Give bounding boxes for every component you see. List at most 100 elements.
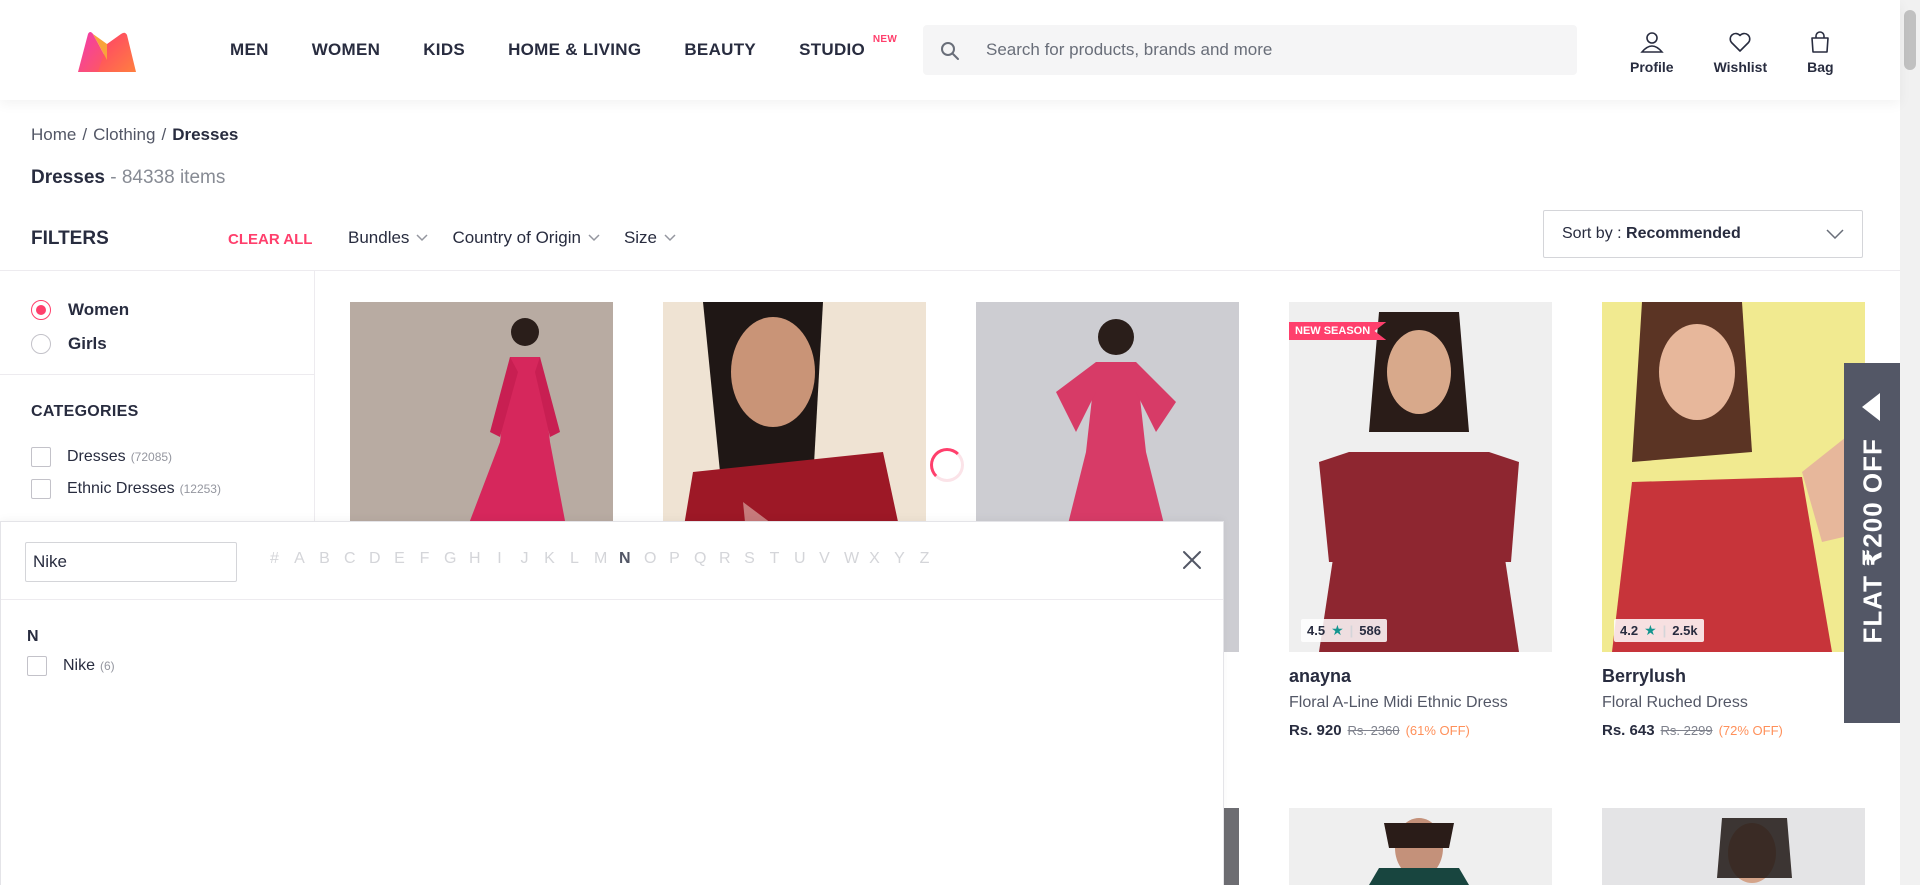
alphabet-letter[interactable]: B	[319, 550, 330, 568]
category-label: Dresses	[67, 448, 126, 465]
price-mrp: Rs. 2299	[1660, 723, 1713, 738]
product-card[interactable]: 4.2 ★ | 2.5k Berrylush Floral Ruched Dress …	[1602, 302, 1865, 739]
alphabet-letter[interactable]: #	[269, 550, 280, 568]
alphabet-letter[interactable]: J	[519, 550, 530, 568]
alphabet-letter[interactable]: O	[644, 550, 656, 568]
alphabet-letter[interactable]: U	[794, 550, 806, 568]
product-photo	[1717, 818, 1792, 883]
checkbox[interactable]	[27, 656, 47, 676]
alphabet-letter[interactable]: S	[744, 550, 755, 568]
close-icon[interactable]	[1181, 549, 1203, 571]
categories-heading: CATEGORIES	[31, 403, 139, 420]
alphabet-letter[interactable]: I	[494, 550, 505, 568]
alphabet-letter[interactable]: F	[419, 550, 430, 568]
sort-value: Recommended	[1626, 225, 1741, 242]
alphabet-letter[interactable]: G	[444, 550, 456, 568]
discount-label: (72% OFF)	[1718, 723, 1783, 738]
product-card[interactable]: NEW SEASON 4.5 ★ | 586 anayna Floral A-Line…	[1289, 302, 1552, 739]
alphabet-letter[interactable]: X	[869, 550, 880, 568]
nav-men[interactable]: MEN	[230, 40, 269, 60]
collapse-arrow-icon[interactable]	[1862, 393, 1880, 421]
nav-label: MEN	[230, 40, 269, 59]
clear-all-button[interactable]: CLEAR ALL	[228, 231, 312, 248]
product-photo	[1369, 818, 1469, 885]
alphabet-letter[interactable]: E	[394, 550, 405, 568]
alphabet-letter[interactable]: Y	[894, 550, 905, 568]
promo-side-tab[interactable]: FLAT ₹200 OFF	[1844, 363, 1900, 723]
alphabet-letter[interactable]: H	[469, 550, 481, 568]
rating-badge: 4.5 ★ | 586	[1301, 619, 1387, 642]
product-price: Rs. 643 Rs. 2299 (72% OFF)	[1602, 722, 1865, 739]
alphabet-letter[interactable]: W	[844, 550, 859, 568]
radio-unselected[interactable]	[31, 334, 51, 354]
category-dresses[interactable]: Dresses (72085)	[31, 447, 172, 467]
nav-home-living[interactable]: HOME & LIVING	[508, 40, 641, 60]
alphabet-letter[interactable]: V	[819, 550, 830, 568]
alphabet-letter[interactable]: D	[369, 550, 381, 568]
profile-button[interactable]: Profile	[1630, 30, 1674, 75]
search-icon[interactable]	[940, 41, 960, 61]
brand-option-nike[interactable]: Nike (6)	[27, 656, 115, 676]
chevron-down-icon	[1826, 229, 1844, 239]
scrollbar-thumb[interactable]	[1904, 10, 1916, 70]
checkbox[interactable]	[31, 447, 51, 467]
alphabet-letter[interactable]: R	[719, 550, 731, 568]
filter-bundles[interactable]: Bundles	[348, 228, 428, 248]
filter-country-of-origin[interactable]: Country of Origin	[452, 228, 600, 248]
rating-separator: |	[1662, 623, 1667, 638]
alphabet-letter[interactable]: Z	[919, 550, 930, 568]
sort-prefix: Sort by :	[1562, 225, 1627, 242]
chevron-down-icon	[416, 234, 428, 242]
wishlist-button[interactable]: Wishlist	[1714, 30, 1767, 75]
main-nav: MEN WOMEN KIDS HOME & LIVING BEAUTY STUD…	[230, 0, 908, 100]
alphabet-letter[interactable]: M	[594, 550, 607, 568]
gender-radio-women[interactable]: Women	[31, 300, 129, 320]
page-scrollbar[interactable]	[1900, 0, 1920, 885]
star-icon: ★	[1644, 622, 1657, 638]
alphabet-letter[interactable]: P	[669, 550, 680, 568]
nav-studio[interactable]: STUDIO NEW	[799, 34, 897, 60]
price-current: Rs. 643	[1602, 722, 1655, 739]
star-icon: ★	[1331, 622, 1344, 638]
product-image[interactable]: 4.2 ★ | 2.5k	[1602, 302, 1865, 652]
category-label: Ethnic Dresses	[67, 480, 175, 497]
radio-selected[interactable]	[31, 300, 51, 320]
product-image[interactable]: NEW SEASON 4.5 ★ | 586	[1289, 302, 1552, 652]
nav-kids[interactable]: KIDS	[423, 40, 465, 60]
alphabet-letter[interactable]: L	[569, 550, 580, 568]
alphabet-letter[interactable]: Q	[694, 550, 706, 568]
category-ethnic-dresses[interactable]: Ethnic Dresses (12253)	[31, 479, 221, 499]
brand-group-letter: N	[27, 628, 39, 645]
product-image-partial[interactable]	[1289, 808, 1552, 885]
sort-dropdown[interactable]: Sort by : Recommended	[1543, 210, 1863, 258]
breadcrumb-clothing[interactable]: Clothing	[93, 125, 155, 144]
bag-button[interactable]: Bag	[1807, 30, 1834, 75]
alphabet-letter[interactable]: K	[544, 550, 555, 568]
alphabet-letter[interactable]: N	[619, 550, 631, 568]
filter-label: Size	[623, 228, 658, 247]
nav-beauty[interactable]: BEAUTY	[684, 40, 756, 60]
header-actions: Profile Wishlist Bag	[1630, 30, 1874, 75]
title-name: Dresses	[31, 167, 105, 188]
brand-search-input[interactable]	[25, 542, 237, 582]
rating-value: 4.5	[1307, 623, 1326, 638]
breadcrumb-home[interactable]: Home	[31, 125, 76, 144]
filter-size[interactable]: Size	[624, 228, 676, 248]
nav-label: STUDIO	[799, 40, 866, 59]
alphabet-letter[interactable]: C	[344, 550, 356, 568]
search-bar	[923, 25, 1577, 75]
alphabet-letter[interactable]: A	[294, 550, 305, 568]
checkbox[interactable]	[31, 479, 51, 499]
product-image-partial[interactable]	[1602, 808, 1865, 885]
myntra-logo[interactable]	[76, 30, 138, 74]
category-count: (12253)	[179, 482, 221, 496]
search-input[interactable]	[986, 26, 1566, 74]
profile-icon	[1640, 32, 1664, 53]
nav-women[interactable]: WOMEN	[312, 40, 381, 60]
gender-radio-girls[interactable]: Girls	[31, 334, 107, 354]
chevron-down-icon	[588, 234, 600, 242]
rating-separator: |	[1349, 623, 1354, 638]
rating-badge: 4.2 ★ | 2.5k	[1614, 619, 1704, 642]
alphabet-letter[interactable]: T	[769, 550, 780, 568]
price-current: Rs. 920	[1289, 722, 1342, 739]
